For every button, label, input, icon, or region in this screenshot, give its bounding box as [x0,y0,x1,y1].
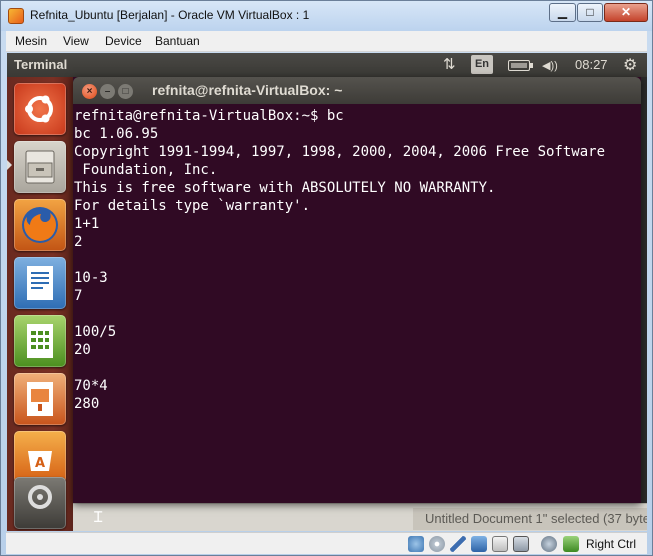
terminal-line: Copyright 1991-1994, 1997, 1998, 2000, 2… [74,144,606,160]
terminal-maximize-button[interactable]: □ [118,84,133,99]
keyboard-layout-icon[interactable]: En [471,55,493,74]
svg-text:A: A [35,456,45,471]
terminal-line: This is free software with ABSOLUTELY NO… [74,180,496,196]
terminal-minimize-button[interactable]: – [100,84,115,99]
mouse-ibeam-cursor: Ɪ [94,508,103,526]
unity-launcher: A [7,77,73,531]
host-status-bar: Right Ctrl [6,532,647,554]
close-button[interactable]: ✕ [604,3,648,22]
firefox-icon[interactable] [14,199,66,251]
ubuntu-top-panel: Terminal ⇅ En ◀)) 08:27 ⚙ [7,53,647,77]
host-key-label: Right Ctrl [586,537,637,551]
display-icon[interactable] [513,536,529,552]
menu-view[interactable]: View [63,34,89,48]
terminal-line: Foundation, Inc. [74,162,218,178]
terminal-line: 100/5 [74,324,117,340]
maximize-button[interactable]: □ [577,3,603,22]
background-text-editor-window[interactable]: Untitled Document 1" selected (37 bytes) [73,503,647,531]
ubuntu-dash-icon[interactable] [14,83,66,135]
terminal-output[interactable]: refnita@refnita-VirtualBox:~$ bc bc 1.06.… [73,104,641,503]
hard-disk-icon[interactable] [408,536,424,552]
menu-device[interactable]: Device [105,34,142,48]
battery-icon[interactable] [508,60,533,71]
network-adapter-icon[interactable] [471,536,487,552]
terminal-line: bc 1.06.95 [74,126,159,142]
minimize-button[interactable]: ▁ [549,3,576,22]
running-indicator [7,160,12,170]
host-key-arrow-icon [563,536,579,552]
editor-status-text: Untitled Document 1" selected (37 bytes) [413,508,647,530]
terminal-line: 280 [74,396,100,412]
active-app-title: Terminal [14,57,68,72]
terminal-window[interactable]: × – □ refnita@refnita-VirtualBox: ~ refn… [73,77,641,503]
virtualbox-app-icon [8,8,24,24]
virtualbox-window: Refnita_Ubuntu [Berjalan] - Oracle VM Vi… [0,0,653,556]
terminal-line: 20 [74,342,91,358]
terminal-line: refnita@refnita-VirtualBox:~$ bc [74,108,344,124]
terminal-title: refnita@refnita-VirtualBox: ~ [152,82,343,98]
terminal-line: 7 [74,288,83,304]
pencil-icon[interactable] [450,536,466,552]
terminal-line: 10-3 [74,270,108,286]
shared-folder-icon[interactable] [492,536,508,552]
guest-screen[interactable]: Terminal ⇅ En ◀)) 08:27 ⚙ A Untitled Doc… [7,53,647,531]
network-arrows-icon[interactable]: ⇅ [443,55,456,73]
terminal-title-bar[interactable]: × – □ refnita@refnita-VirtualBox: ~ [73,77,641,104]
terminal-line: 1+1 [74,216,100,232]
terminal-line: 70*4 [74,378,108,394]
volume-icon[interactable]: ◀)) [542,59,558,72]
calc-icon[interactable] [14,315,66,367]
terminal-line: For details type `warranty'. [74,198,311,214]
software-center-icon[interactable]: A [14,431,66,483]
host-window-title: Refnita_Ubuntu [Berjalan] - Oracle VM Vi… [30,8,310,22]
files-icon[interactable] [14,141,66,193]
menu-bantuan[interactable]: Bantuan [155,34,200,48]
host-menu-bar: Mesin View Device Bantuan [6,31,647,52]
terminal-close-button[interactable]: × [82,84,97,99]
clock[interactable]: 08:27 [575,57,608,72]
impress-icon[interactable] [14,373,66,425]
host-title-bar[interactable]: Refnita_Ubuntu [Berjalan] - Oracle VM Vi… [1,1,652,31]
optical-drive-icon[interactable] [429,536,445,552]
system-settings-icon[interactable] [14,477,66,529]
writer-icon[interactable] [14,257,66,309]
gear-icon[interactable]: ⚙ [623,55,637,75]
mouse-integration-icon[interactable] [541,536,557,552]
terminal-line: 2 [74,234,83,250]
menu-mesin[interactable]: Mesin [15,34,47,48]
